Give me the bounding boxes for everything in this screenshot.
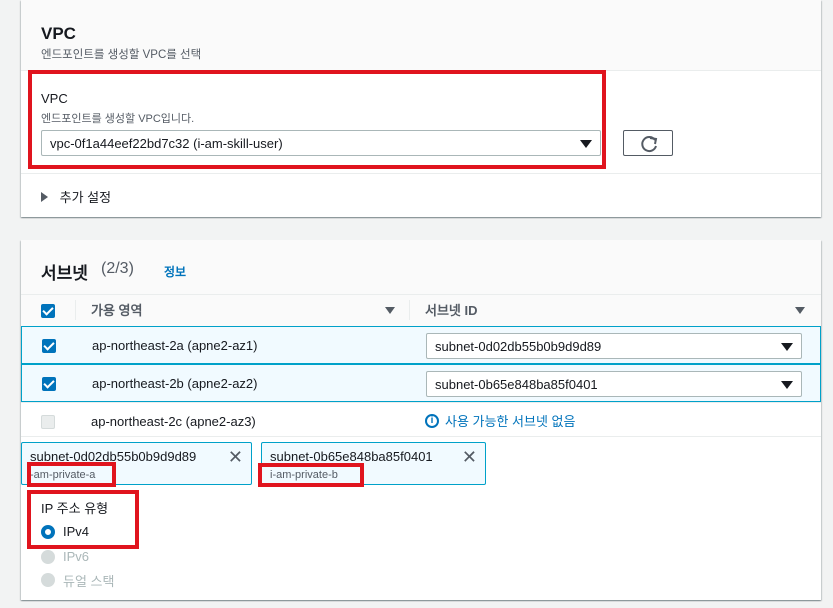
highlight-token-a (27, 462, 116, 487)
vpc-panel-header: VPC 엔드포인트를 생성할 VPC를 선택 (21, 0, 821, 71)
subnet-section-title: 서브넷 (41, 264, 88, 283)
column-header-az[interactable]: 가용 영역 (91, 303, 142, 319)
column-divider (409, 300, 410, 320)
table-header-row: 가용 영역 서브넷 ID (21, 294, 821, 326)
table-row[interactable]: ap-northeast-2b (apne2-az2) subnet-0b65e… (21, 364, 821, 402)
az-cell: ap-northeast-2b (apne2-az2) (92, 376, 258, 391)
radio-label-dualstack: 듀얼 스택 (63, 574, 115, 589)
radio-label-ipv6: IPv6 (63, 549, 90, 564)
table-row[interactable]: ap-northeast-2a (apne2-az1) subnet-0d02d… (21, 326, 821, 364)
caret-down-icon (781, 381, 793, 389)
sort-icon[interactable] (795, 307, 805, 314)
info-icon: i (425, 414, 439, 428)
sort-icon[interactable] (385, 307, 395, 314)
additional-settings-label: 추가 설정 (59, 190, 112, 205)
caret-right-icon (41, 192, 48, 202)
radio-dualstack (41, 573, 55, 587)
az-cell: ap-northeast-2c (apne2-az3) (91, 414, 256, 429)
divider (21, 436, 821, 437)
row-checkbox-disabled (41, 415, 55, 429)
close-icon[interactable]: ✕ (462, 447, 477, 468)
subnet-panel-header: 서브넷 (2/3) 정보 (21, 240, 821, 294)
additional-settings-toggle[interactable]: 추가 설정 (41, 187, 111, 206)
subnet-select-value: subnet-0b65e848ba85f0401 (435, 377, 598, 392)
refresh-icon (641, 136, 658, 153)
table-row: ap-northeast-2c (apne2-az3) i 사용 가능한 서브넷… (21, 402, 821, 440)
vpc-section-description: 엔드포인트를 생성할 VPC를 선택 (41, 49, 202, 61)
az-cell: ap-northeast-2a (apne2-az1) (92, 338, 258, 353)
refresh-button[interactable] (623, 130, 673, 156)
divider (21, 173, 821, 174)
no-subnet-message: 사용 가능한 서브넷 없음 (445, 414, 576, 429)
radio-ipv6 (41, 550, 55, 564)
token-subnet-id: subnet-0b65e848ba85f0401 (270, 449, 433, 464)
info-link[interactable]: 정보 (164, 263, 186, 280)
close-icon[interactable]: ✕ (228, 447, 243, 468)
subnet-panel: 서브넷 (2/3) 정보 가용 영역 서브넷 ID ap-northeast-2… (21, 240, 821, 600)
subnet-select-value: subnet-0d02db55b0b9d9d89 (435, 339, 602, 354)
column-header-subnet-id[interactable]: 서브넷 ID (425, 303, 478, 319)
select-all-checkbox[interactable] (41, 304, 55, 318)
highlight-ip-type (27, 490, 139, 549)
vpc-section-title: VPC (41, 24, 76, 43)
highlight-token-b (258, 463, 364, 487)
row-checkbox[interactable] (42, 339, 56, 353)
subnet-select[interactable]: subnet-0d02db55b0b9d9d89 (426, 333, 802, 359)
column-divider (75, 300, 76, 320)
subnet-count: (2/3) (101, 260, 134, 277)
subnet-select[interactable]: subnet-0b65e848ba85f0401 (426, 371, 802, 397)
row-checkbox[interactable] (42, 377, 56, 391)
highlight-vpc-field (28, 70, 606, 169)
caret-down-icon (781, 343, 793, 351)
